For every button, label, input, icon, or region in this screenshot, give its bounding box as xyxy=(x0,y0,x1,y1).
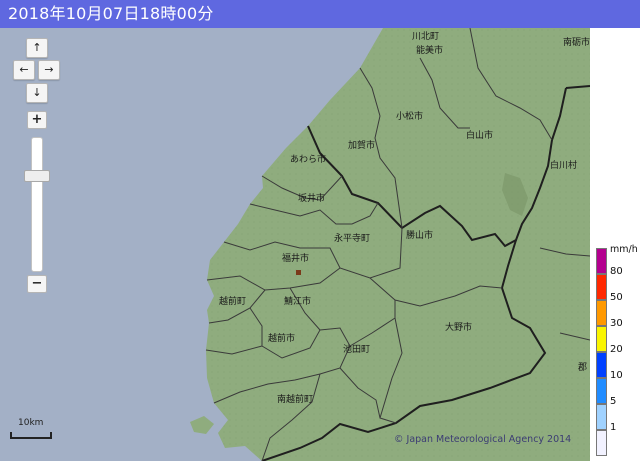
place-label: 福井市 xyxy=(282,254,310,264)
place-label: 加賀市 xyxy=(348,141,376,151)
place-label: 川北町 xyxy=(412,32,440,42)
attribution-text: © Japan Meteorological Agency 2014 xyxy=(394,434,572,445)
place-label: あわら市 xyxy=(290,155,327,165)
radar-map-viewer: 2018年10月07日18時00分 川北町 能美市 南砺市 小松市 白山市 白川… xyxy=(0,0,640,461)
place-label: 越前町 xyxy=(219,297,247,307)
legend-level-label: 10 xyxy=(610,370,623,381)
scale-bar-line xyxy=(10,432,52,439)
zoom-in-button[interactable]: + xyxy=(27,111,47,129)
legend-swatch xyxy=(596,404,607,430)
place-label: 大野市 xyxy=(445,323,473,333)
place-label: 池田町 xyxy=(343,345,371,355)
legend-level-label: 30 xyxy=(610,318,623,329)
legend-swatch xyxy=(596,378,607,404)
legend-swatch xyxy=(596,430,607,456)
land-area xyxy=(206,28,590,461)
legend-swatch xyxy=(596,326,607,352)
place-label: 白川村 xyxy=(550,161,578,171)
place-label: 小松市 xyxy=(396,112,424,122)
place-label: 坂井市 xyxy=(298,194,326,204)
observation-datetime: 2018年10月07日18時00分 xyxy=(8,4,214,23)
legend-level-label: 50 xyxy=(610,292,623,303)
legend-level-label: 20 xyxy=(610,344,623,355)
precipitation-legend: mm/h 80 50 30 20 10 5 1 xyxy=(596,244,640,461)
coastal-island xyxy=(190,416,214,434)
pan-down-button[interactable]: ↓ xyxy=(26,83,48,103)
place-label: 鯖江市 xyxy=(284,297,312,307)
place-label: 越前市 xyxy=(268,334,296,344)
legend-swatch xyxy=(596,274,607,300)
legend-swatch xyxy=(596,300,607,326)
legend-swatch xyxy=(596,248,607,274)
map-view[interactable]: 川北町 能美市 南砺市 小松市 白山市 白川村 加賀市 あわら市 坂井市 永平寺… xyxy=(0,28,590,461)
rain-observation-marker xyxy=(296,270,301,275)
scale-bar: 10km xyxy=(10,418,54,444)
zoom-out-button[interactable]: − xyxy=(27,275,47,293)
place-label: 南越前町 xyxy=(277,395,314,405)
scale-bar-label: 10km xyxy=(18,418,44,428)
legend-level-label: 80 xyxy=(610,266,623,277)
place-label: 永平寺町 xyxy=(334,234,371,244)
place-label: 勝山市 xyxy=(406,231,434,241)
zoom-slider-track[interactable] xyxy=(31,137,43,272)
place-label: 郡 xyxy=(578,363,588,373)
timestamp-header: 2018年10月07日18時00分 xyxy=(0,0,640,28)
pan-left-button[interactable]: ← xyxy=(13,60,35,80)
place-label: 南砺市 xyxy=(563,38,590,48)
legend-level-label: 1 xyxy=(610,422,617,433)
legend-swatch xyxy=(596,352,607,378)
pan-right-button[interactable]: → xyxy=(38,60,60,80)
place-label: 白山市 xyxy=(466,131,494,141)
pan-up-button[interactable]: ↑ xyxy=(26,38,48,58)
legend-level-label: 5 xyxy=(610,396,617,407)
zoom-slider-handle[interactable] xyxy=(24,169,50,182)
place-label: 能美市 xyxy=(416,46,444,56)
legend-unit: mm/h xyxy=(610,244,638,255)
